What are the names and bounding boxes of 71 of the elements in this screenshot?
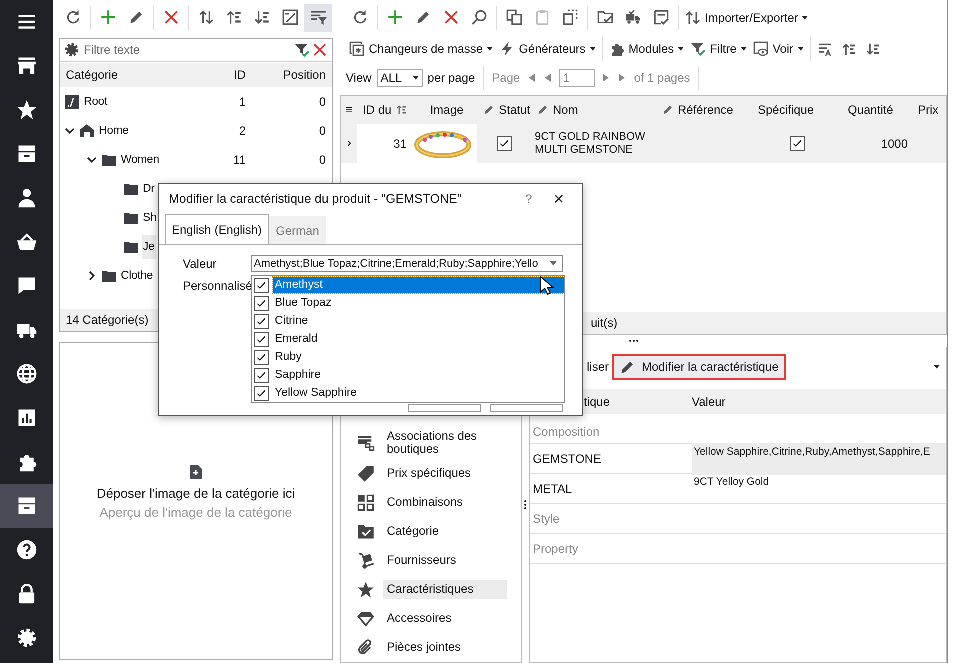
tree-item[interactable]: Dr: [142, 176, 156, 200]
table-cell-text: GEMSTONE: [532, 452, 602, 466]
table-row[interactable]: 31 9CT GOLD RAINBOW MULTI GEMSTONE 1000: [341, 124, 946, 163]
column-header[interactable]: Nom: [531, 103, 656, 117]
toolbar-menu[interactable]: Générateurs: [496, 36, 599, 62]
table-cell: Yellow Sapphire,Citrine,Ruby,Amethyst,Sapphire,E: [692, 442, 946, 474]
dropdown-option[interactable]: Amethyst: [273, 277, 564, 293]
column-header: ID: [233, 68, 246, 82]
table-cell-text: 9CT Yelloy Gold: [693, 474, 770, 490]
table-cell-text: 11: [232, 152, 246, 166]
nav-item[interactable]: Associations des boutiques: [341, 427, 513, 459]
dialog-title: Modifier la caractéristique du produit - "GEMSTONE": [169, 192, 463, 206]
edit-feature-button[interactable]: Modifier la caractéristique: [612, 354, 786, 380]
field-label: Personnalisé: [183, 279, 252, 293]
field-label: Valeur: [183, 257, 217, 271]
column-header[interactable]: Image: [411, 103, 477, 117]
page-label: Page: [492, 71, 520, 85]
tree-item[interactable]: Home: [98, 118, 130, 142]
column-header[interactable]: Quantité: [842, 103, 912, 117]
status-bar-text: uit(s): [591, 316, 618, 330]
table-cell-text: 1: [238, 94, 246, 108]
per-page-dropdown[interactable]: ALL: [376, 69, 423, 87]
column-header: Position: [282, 68, 326, 82]
column-header[interactable]: ID du: [357, 103, 411, 117]
table-cell: 1000: [881, 136, 908, 150]
tree-item[interactable]: Je: [142, 234, 156, 258]
drop-subtitle: Aperçu de l'image de la catégorie: [100, 505, 292, 520]
table-cell-text: Property: [532, 542, 580, 556]
drop-title: Déposer l'image de la catégorie ici: [96, 486, 296, 501]
column-header[interactable]: Référence: [656, 103, 752, 117]
toolbar-menu[interactable]: Changeurs de masse: [346, 36, 496, 62]
table-cell-text: 0: [318, 152, 326, 166]
column-header[interactable]: Valeur: [692, 394, 946, 408]
help-button[interactable]: ?: [514, 192, 544, 206]
nav-item[interactable]: Pièces jointes: [341, 633, 513, 662]
tab[interactable]: German: [269, 216, 326, 245]
table-cell-text: 9CT GOLD RAINBOW MULTI GEMSTONE: [535, 130, 646, 156]
nav-item[interactable]: Caractéristiques: [341, 575, 513, 604]
tree-item[interactable]: Sh: [142, 206, 158, 230]
page-field[interactable]: 1: [559, 69, 596, 87]
column-header[interactable]: Statut: [477, 103, 531, 117]
table-cell: 31: [357, 124, 411, 163]
page-count: of 1 pages: [634, 71, 690, 85]
tree-item[interactable]: Women: [120, 148, 160, 172]
tab[interactable]: English (English): [165, 214, 270, 245]
toolbar-menu[interactable]: Voir: [750, 36, 806, 62]
table-cell-text: 0: [318, 94, 326, 108]
column-header: Catégorie: [65, 68, 120, 82]
toolbar-menu[interactable]: Filtre: [687, 36, 750, 62]
table-cell-text: Composition: [532, 425, 601, 439]
dropdown-option[interactable]: Blue Topaz: [273, 295, 564, 311]
value-dropdown[interactable]: Amethyst;Blue Topaz;Citrine;Emerald;Ruby;Sapphire;Yello: [251, 255, 563, 272]
column-header[interactable]: Spécifique: [752, 103, 842, 117]
import-export-menu[interactable]: Importer/Exporter: [682, 4, 812, 30]
per-page-label: per page: [428, 71, 476, 85]
nav-item[interactable]: Prix spécifiques: [341, 459, 513, 488]
column-header[interactable]: Prix: [912, 103, 942, 117]
table-cell-text: 2: [238, 124, 246, 138]
close-button[interactable]: ×: [544, 188, 574, 210]
table-cell-text: Style: [532, 512, 561, 526]
tree-item[interactable]: Clothe: [120, 264, 154, 288]
toolbar-text: liser: [587, 360, 610, 374]
nav-item[interactable]: Fournisseurs: [341, 546, 513, 575]
toolbar-menu[interactable]: Modules: [606, 36, 688, 62]
nav-item[interactable]: Combinaisons: [341, 488, 513, 517]
tree-item[interactable]: Root: [83, 90, 108, 114]
table-cell-text: METAL: [532, 482, 574, 496]
view-label: View: [346, 71, 372, 85]
nav-item[interactable]: Catégorie: [341, 517, 513, 546]
table-cell-text: 0: [318, 124, 326, 138]
nav-item[interactable]: Accessoires: [341, 604, 513, 633]
